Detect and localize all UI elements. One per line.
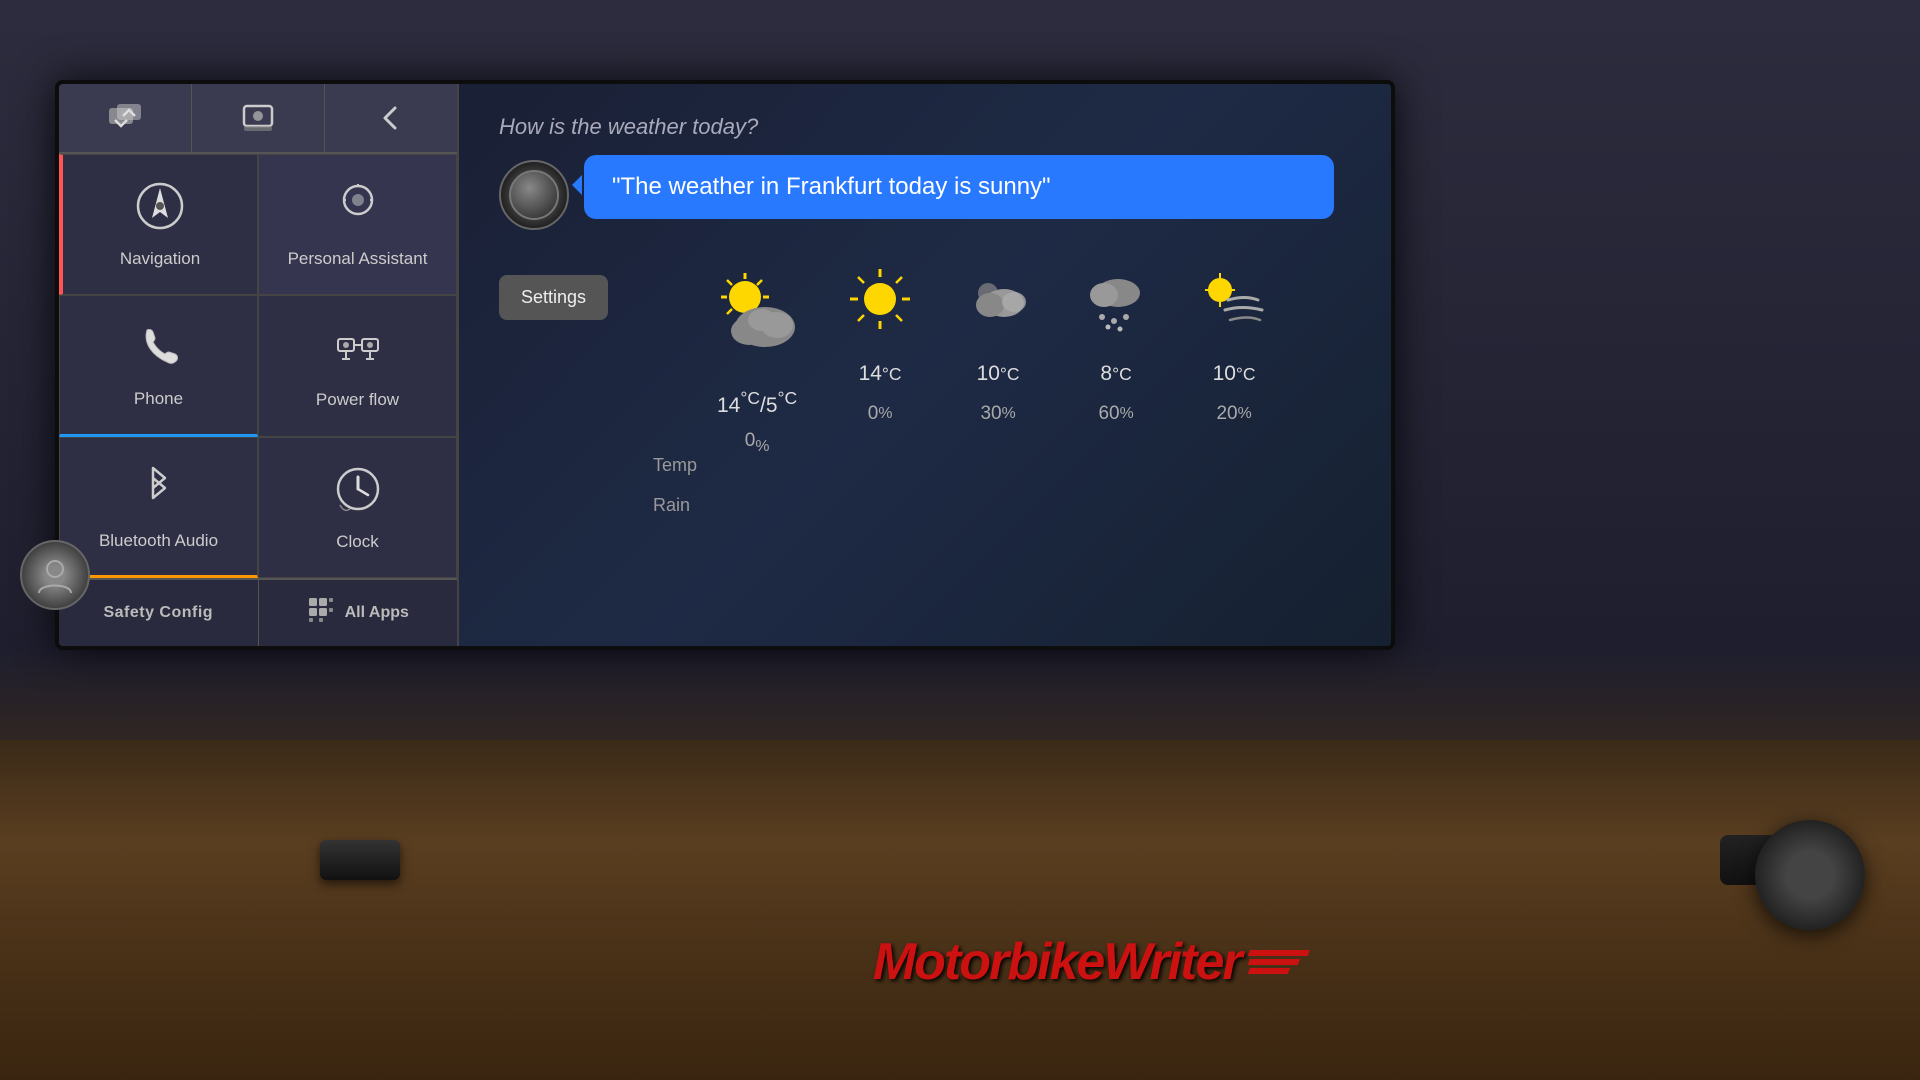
weather-rain-1: 0%: [868, 394, 893, 434]
weather-table: Temp Rain: [653, 265, 1279, 525]
weather-rain-2: 30%: [980, 394, 1015, 434]
weather-rain-4: 20%: [1216, 394, 1251, 434]
watermark: MotorbikeWriter: [873, 932, 1309, 992]
app-tile-power-flow[interactable]: Power flow: [258, 295, 457, 436]
app-tile-navigation[interactable]: Navigation: [59, 154, 258, 295]
weather-panel: How is the weather today? "The weather i…: [459, 84, 1391, 646]
app-tile-phone[interactable]: Phone: [59, 295, 258, 436]
weather-rain-0: 0%: [745, 423, 770, 463]
weather-col-0: 14°C/5°C 0%: [707, 265, 807, 463]
app-tile-bluetooth-audio[interactable]: Bluetooth Audio: [59, 437, 258, 578]
weather-icon-1: [846, 265, 914, 348]
app-tile-personal-assistant[interactable]: Personal Assistant: [258, 154, 457, 295]
bluetooth-icon: [133, 462, 185, 523]
navigation-icon: [134, 180, 186, 241]
all-apps-icon: [307, 596, 335, 631]
toolbar-btn-back[interactable]: [325, 84, 457, 152]
temp-label: Temp: [653, 445, 697, 485]
personal-assistant-icon: [332, 180, 384, 241]
weather-col-4: 10°C 20%: [1189, 265, 1279, 463]
avatar-inner: [509, 170, 559, 220]
weather-temp-4: 10°C: [1213, 354, 1256, 394]
weather-col-1: 14°C 0%: [835, 265, 925, 463]
phone-icon: [133, 320, 185, 381]
personal-assistant-label: Personal Assistant: [288, 249, 428, 269]
assistant-avatar: [499, 160, 569, 230]
weather-icon-0: [707, 265, 807, 377]
toolbar: [59, 84, 457, 154]
clock-icon: [332, 463, 384, 524]
weather-temp-2: 10°C: [977, 354, 1020, 394]
weather-col-3: 8°C 60%: [1071, 265, 1161, 463]
settings-button[interactable]: Settings: [499, 275, 608, 320]
safety-config-button[interactable]: Safety Config: [59, 580, 259, 646]
speech-bubble-row: "The weather in Frankfurt today is sunny…: [499, 155, 1351, 230]
app-tile-clock[interactable]: Clock: [258, 437, 457, 578]
weather-icon-4: [1200, 265, 1268, 348]
weather-icon-2: [964, 265, 1032, 348]
weather-temp-1: 14°C: [859, 354, 902, 394]
weather-rain-3: 60%: [1098, 394, 1133, 434]
navigation-label: Navigation: [120, 249, 200, 269]
weather-row-labels: Temp Rain: [653, 265, 697, 525]
screen-content: Navigation Personal Assistant: [59, 84, 1391, 646]
toolbar-btn-media[interactable]: [192, 84, 325, 152]
clock-label: Clock: [336, 532, 379, 552]
phone-label: Phone: [134, 389, 183, 409]
app-grid: Navigation Personal Assistant: [59, 154, 457, 578]
bottom-bar: Safety Config: [59, 578, 457, 646]
weather-temp-0: 14°C/5°C: [717, 383, 797, 423]
sidebar-person-icon: [20, 540, 90, 610]
dashboard-surface: [0, 740, 1920, 1080]
rain-label: Rain: [653, 485, 697, 525]
speech-bubble: "The weather in Frankfurt today is sunny…: [584, 155, 1334, 219]
power-flow-icon: [332, 321, 384, 382]
power-flow-label: Power flow: [316, 390, 399, 410]
right-volume-knob[interactable]: [1755, 820, 1865, 930]
weather-columns: 14°C/5°C 0%: [707, 265, 1279, 463]
left-control-knob[interactable]: [320, 840, 400, 880]
weather-temp-3: 8°C: [1100, 354, 1131, 394]
app-menu-panel: Navigation Personal Assistant: [59, 84, 459, 646]
all-apps-button[interactable]: All Apps: [259, 580, 458, 646]
weather-icon-3: [1082, 265, 1150, 348]
weather-col-2: 10°C 30%: [953, 265, 1043, 463]
bluetooth-audio-label: Bluetooth Audio: [99, 531, 218, 551]
watermark-stripes: [1249, 950, 1309, 974]
weather-question: How is the weather today?: [499, 114, 1351, 140]
toolbar-btn-swap[interactable]: [59, 84, 192, 152]
infotainment-screen: Navigation Personal Assistant: [55, 80, 1395, 650]
